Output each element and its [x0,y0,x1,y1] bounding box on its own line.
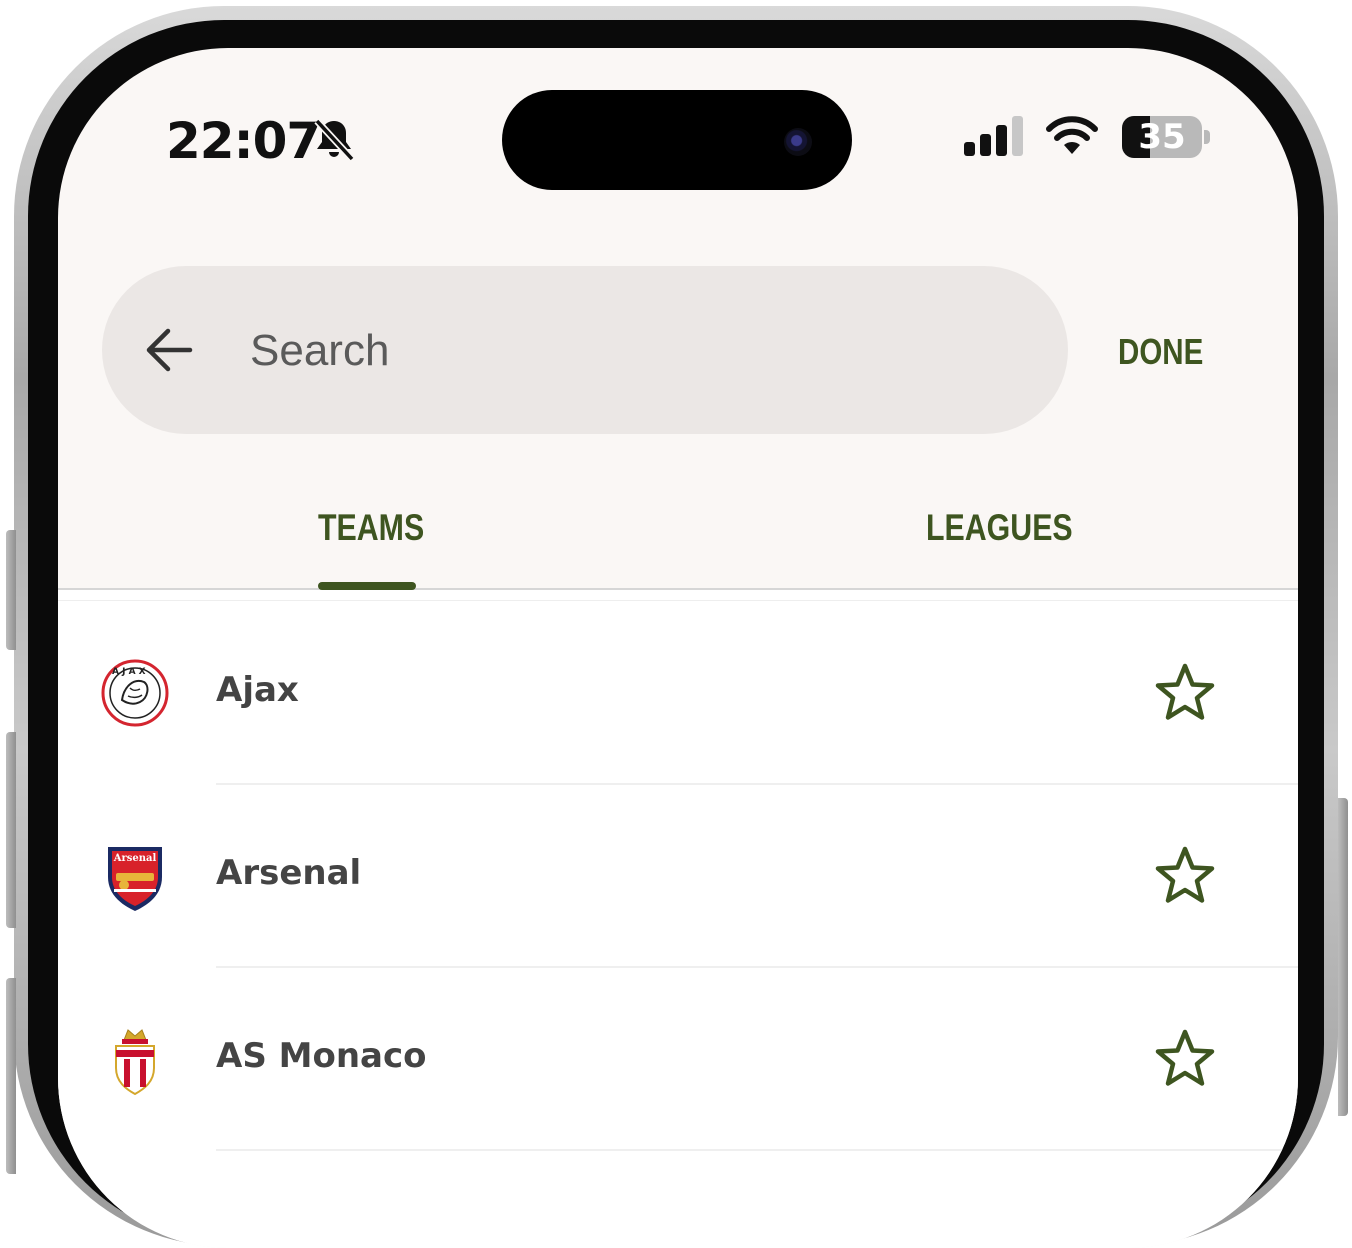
phone-side-button [6,530,16,650]
status-time: 22:07 [166,112,321,170]
wifi-icon [1046,116,1098,154]
tab-teams[interactable]: TEAMS [318,500,424,556]
tab-leagues[interactable]: LEAGUES [926,500,1073,556]
team-name: AS Monaco [216,1036,427,1076]
list-divider [58,600,1298,601]
team-name: Ajax [216,670,299,710]
tab-selected-indicator [318,582,416,590]
row-divider [216,1149,1298,1151]
ajax-crest-icon: A J A X [101,659,169,727]
phone-power-button [1338,798,1348,1116]
list-item[interactable]: A J A X Ajax [58,602,1298,785]
battery-indicator: 35 [1122,116,1202,158]
svg-text:A J A X: A J A X [112,667,146,677]
battery-nub [1204,130,1210,144]
signal-icon [964,116,1023,156]
battery-percent: 35 [1138,117,1186,157]
app-screen: 22:07 35 DONE TEAMS LEAGUES [58,48,1298,1248]
phone-side-button [6,732,16,928]
phone-side-button [6,978,16,1174]
monaco-crest-icon [115,1029,155,1096]
done-button[interactable]: DONE [1118,324,1203,380]
favorite-star-icon[interactable] [1154,662,1216,722]
search-input[interactable] [248,318,1012,384]
camera-lens-icon [784,128,812,156]
bell-slash-icon [314,118,354,162]
list-item[interactable]: AS Monaco [58,968,1298,1151]
back-arrow-icon[interactable] [144,326,194,374]
arsenal-crest-icon: Arsenal [108,847,162,911]
list-item[interactable]: Arsenal Arsenal [58,785,1298,968]
team-list: A J A X Ajax Arsenal Arsenal AS Monaco [58,590,1298,1248]
favorite-star-icon[interactable] [1154,1028,1216,1088]
team-name: Arsenal [216,853,362,893]
search-bar [102,266,1068,434]
svg-text:Arsenal: Arsenal [113,853,157,864]
favorite-star-icon[interactable] [1154,845,1216,905]
